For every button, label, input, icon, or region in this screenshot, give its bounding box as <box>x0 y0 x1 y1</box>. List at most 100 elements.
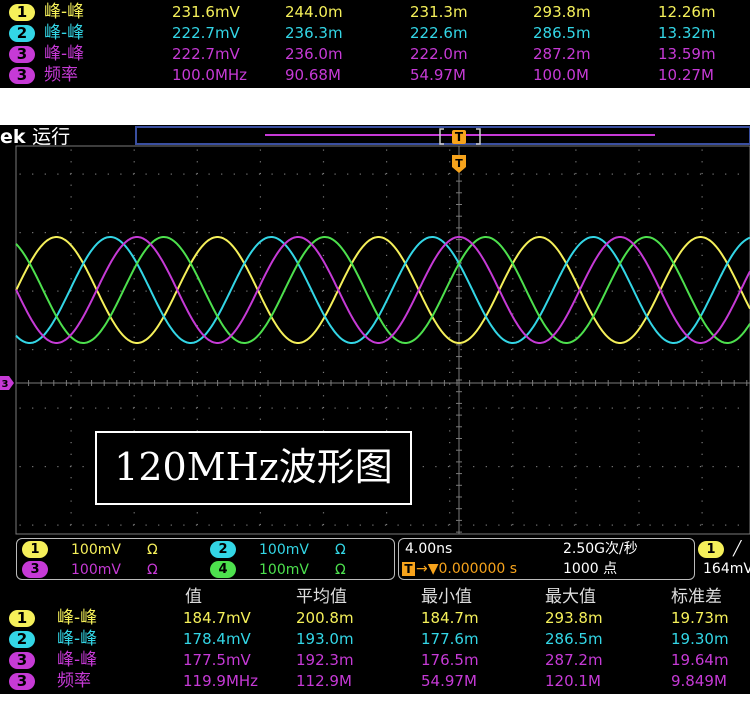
measurement-min: 231.3m <box>410 3 468 21</box>
measurement-std: 13.59m <box>658 45 716 63</box>
measurement-max: 100.0M <box>533 66 589 84</box>
measurement-std: 12.26m <box>658 3 716 21</box>
col-std-header: 标准差 <box>671 587 722 607</box>
record-length: 1000 点 <box>563 561 618 577</box>
trigger-badge: T <box>402 562 415 576</box>
brand-label: ek 运行 <box>0 126 70 148</box>
channel-1-scale: 100mV <box>71 542 121 558</box>
trigger-source-badge: 1 <box>698 541 724 558</box>
trigger-level: 164mV <box>703 561 750 577</box>
measurement-max: 287.2m <box>545 651 603 669</box>
channel-1-badge[interactable]: 1 <box>22 541 48 558</box>
measurement-value: 184.7mV <box>183 609 251 627</box>
measurement-mean: 112.9M <box>296 672 352 690</box>
col-max-header: 最大值 <box>545 587 596 607</box>
measurement-label: 峰-峰 <box>44 44 85 64</box>
channel-3-ground-label: 3 <box>2 379 9 390</box>
measurement-std: 19.73m <box>671 609 729 627</box>
channel-badge: 3 <box>9 652 35 669</box>
channel-4-badge[interactable]: 4 <box>210 561 236 578</box>
channel-badge: 3 <box>9 67 35 84</box>
measurement-value: 177.5mV <box>183 651 251 669</box>
channel-3-badge[interactable]: 3 <box>22 561 48 578</box>
measurement-mean: 90.68M <box>285 66 341 84</box>
measurement-max: 286.5m <box>545 630 603 648</box>
measurement-row: 3 频率 100.0MHz 90.68M 54.97M 100.0M 10.27M <box>0 65 750 86</box>
scope-display: TT 3 ek 运行 120MHz波形图 <box>0 125 750 538</box>
channel-badge: 2 <box>9 631 35 648</box>
measurement-mean: 244.0m <box>285 3 343 21</box>
trigger-point-label: T <box>455 157 463 170</box>
measurement-label: 峰-峰 <box>57 608 98 628</box>
sample-rate: 2.50G次/秒 <box>563 541 638 557</box>
measurement-max: 120.1M <box>545 672 601 690</box>
measurement-min: 222.6m <box>410 24 468 42</box>
measurement-value: 119.9MHz <box>183 672 259 690</box>
measurement-row: 1 峰-峰 231.6mV 244.0m 231.3m 293.8m 12.26m <box>0 2 750 23</box>
run-status: 运行 <box>32 126 71 148</box>
channel-badge: 2 <box>9 25 35 42</box>
measurement-value: 222.7mV <box>172 45 240 63</box>
measurement-label: 频率 <box>57 671 91 691</box>
measurement-mean: 192.3m <box>296 651 354 669</box>
measurement-max: 293.8m <box>533 3 591 21</box>
channel-2-badge[interactable]: 2 <box>210 541 236 558</box>
measurement-value: 100.0MHz <box>172 66 248 84</box>
measurement-value: 222.7mV <box>172 24 240 42</box>
measurement-std: 10.27M <box>658 66 714 84</box>
channel-3-scale: 100mV <box>71 562 121 578</box>
measurement-row: 1 峰-峰 184.7mV 200.8m 184.7m 293.8m 19.73m <box>0 608 750 629</box>
bottom-table-header: 值 平均值 最小值 最大值 标准差 <box>0 586 750 608</box>
measurement-min: 54.97M <box>421 672 477 690</box>
channel-badge: 1 <box>9 610 35 627</box>
overlay-title-box: 120MHz波形图 <box>95 431 412 505</box>
measurement-max: 287.2m <box>533 45 591 63</box>
top-measurement-panel: 1 峰-峰 231.6mV 244.0m 231.3m 293.8m 12.26m 2 峰-峰 2… <box>0 0 750 88</box>
channel-4-scale: 100mV <box>259 562 309 578</box>
channel-3-impedance: Ω <box>147 562 158 578</box>
measurement-row: 3 峰-峰 177.5mV 192.3m 176.5m 287.2m 19.64m <box>0 650 750 671</box>
trigger-position-label: T <box>455 130 464 144</box>
measurement-min: 176.5m <box>421 651 479 669</box>
channel-1-impedance: Ω <box>147 542 158 558</box>
trigger-badge-text: T <box>404 562 413 576</box>
measurement-std: 13.32m <box>658 24 716 42</box>
measurement-row: 3 峰-峰 222.7mV 236.0m 222.0m 287.2m 13.59m <box>0 44 750 65</box>
timebase: 4.00ns <box>405 541 453 557</box>
measurement-min: 177.6m <box>421 630 479 648</box>
measurement-label: 峰-峰 <box>44 2 85 22</box>
channel-badge: 1 <box>9 4 35 21</box>
measurement-mean: 236.0m <box>285 45 343 63</box>
trigger-source-number: 1 <box>706 542 716 557</box>
measurement-mean: 193.0m <box>296 630 354 648</box>
measurement-label: 峰-峰 <box>57 629 98 649</box>
channel-2-scale: 100mV <box>259 542 309 558</box>
measurement-max: 293.8m <box>545 609 603 627</box>
col-min-header: 最小值 <box>421 587 472 607</box>
measurement-row: 3 频率 119.9MHz 112.9M 54.97M 120.1M 9.849M <box>0 671 750 692</box>
measurement-label: 峰-峰 <box>44 23 85 43</box>
measurement-value: 178.4mV <box>183 630 251 648</box>
measurement-max: 286.5m <box>533 24 591 42</box>
measurement-value: 231.6mV <box>172 3 240 21</box>
channel-4-impedance: Ω <box>335 562 346 578</box>
col-mean-header: 平均值 <box>296 587 347 607</box>
measurement-min: 54.97M <box>410 66 466 84</box>
measurement-std: 9.849M <box>671 672 727 690</box>
channel-badge: 3 <box>9 673 35 690</box>
measurement-min: 222.0m <box>410 45 468 63</box>
trigger-slope-icon: ╱ <box>733 541 742 557</box>
measurement-mean: 200.8m <box>296 609 354 627</box>
channel-2-impedance: Ω <box>335 542 346 558</box>
measurement-std: 19.64m <box>671 651 729 669</box>
settings-panel: 1 100mV Ω 2 100mV Ω 3 100mV Ω 4 100mV Ω 4.00ns 2.50… <box>0 538 750 583</box>
measurement-row: 2 峰-峰 178.4mV 193.0m 177.6m 286.5m 19.30m <box>0 629 750 650</box>
measurement-std: 19.30m <box>671 630 729 648</box>
channel-badge: 3 <box>9 46 35 63</box>
measurement-row: 2 峰-峰 222.7mV 236.3m 222.6m 286.5m 13.32m <box>0 23 750 44</box>
col-value-header: 值 <box>185 587 202 607</box>
overlay-title: 120MHz波形图 <box>114 445 393 489</box>
brand-text: ek <box>0 126 26 148</box>
measurement-label: 峰-峰 <box>57 650 98 670</box>
bottom-measurement-panel: 值 平均值 最小值 最大值 标准差 1 峰-峰 184.7mV 200.8m 184.7… <box>0 583 750 694</box>
